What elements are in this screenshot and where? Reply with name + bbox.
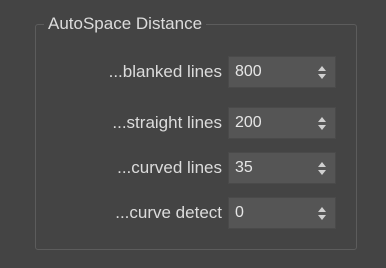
blanked-lines-spinner[interactable]: 800: [228, 56, 336, 88]
group-title: AutoSpace Distance: [44, 12, 207, 36]
curved-lines-spinner[interactable]: 35: [228, 152, 336, 184]
spinner-up-down-icon[interactable]: [318, 117, 326, 130]
curve-detect-value[interactable]: 0: [235, 198, 244, 228]
straight-lines-label: ...straight lines: [112, 113, 222, 132]
straight-lines-row: ...straight lines 200: [0, 107, 386, 139]
straight-lines-value[interactable]: 200: [235, 108, 262, 138]
curved-lines-row: ...curved lines 35: [0, 152, 386, 184]
blanked-lines-value[interactable]: 800: [235, 57, 262, 87]
curve-detect-row: ...curve detect 0: [0, 197, 386, 229]
curved-lines-value[interactable]: 35: [235, 153, 253, 183]
spinner-up-down-icon[interactable]: [318, 66, 326, 79]
straight-lines-spinner[interactable]: 200: [228, 107, 336, 139]
curved-lines-label: ...curved lines: [117, 158, 222, 177]
blanked-lines-row: ...blanked lines 800: [0, 56, 386, 88]
autospace-distance-panel: AutoSpace Distance ...blanked lines 800 …: [0, 0, 386, 268]
blanked-lines-label: ...blanked lines: [108, 62, 222, 81]
curve-detect-spinner[interactable]: 0: [228, 197, 336, 229]
spinner-up-down-icon[interactable]: [318, 162, 326, 175]
curve-detect-label: ...curve detect: [115, 203, 222, 222]
spinner-up-down-icon[interactable]: [318, 207, 326, 220]
